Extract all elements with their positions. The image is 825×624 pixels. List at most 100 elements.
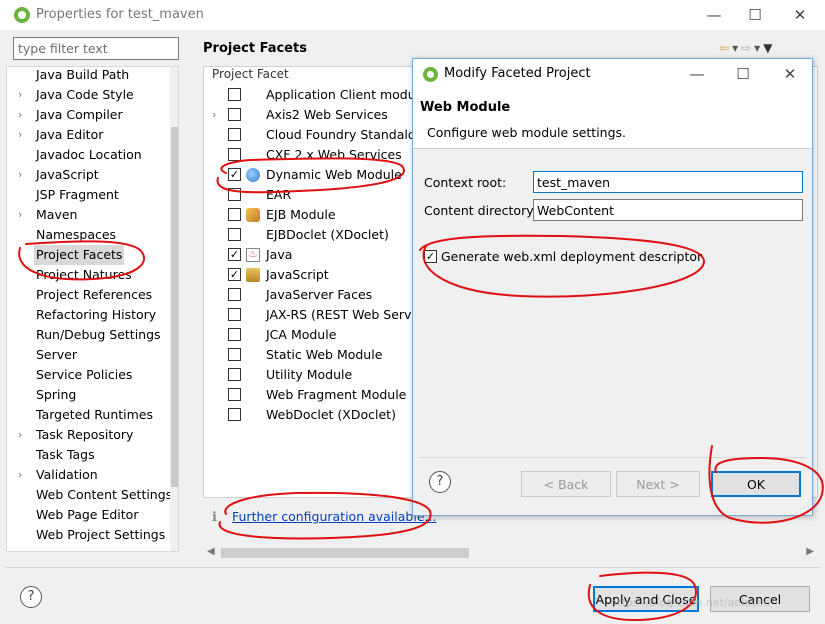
facet-checkbox[interactable] [228,348,241,361]
maximize-button[interactable]: ☐ [733,2,777,28]
context-root-input[interactable] [533,171,803,193]
facet-checkbox[interactable]: ✓ [228,268,241,281]
dialog-banner: Web Module Configure web module settings… [413,89,812,149]
facet-label: EJBDoclet (XDoclet) [266,227,389,242]
nav-item-label: Java Compiler [36,107,123,122]
back-arrow-icon[interactable]: ⇦ [719,41,732,55]
facet-checkbox[interactable] [228,88,241,101]
facet-icon [246,128,260,142]
nav-item-label: Refactoring History [36,307,157,322]
nav-item-label: Server [36,347,77,362]
facet-checkbox[interactable] [228,408,241,421]
view-menu-icon[interactable]: ▼ [763,41,775,55]
facet-label: EAR [266,187,292,202]
minimize-button[interactable]: — [692,2,736,28]
history-nav-icons[interactable]: ⇦▾⇨▾▼ [719,41,775,55]
facet-checkbox[interactable] [228,128,241,141]
facet-checkbox[interactable] [228,388,241,401]
further-config-link[interactable]: Further configuration available... [232,509,436,524]
dropdown-icon[interactable]: ▾ [732,41,741,55]
facet-checkbox[interactable] [228,328,241,341]
filter-input[interactable] [13,37,179,60]
close-button[interactable]: ✕ [778,2,822,28]
chevron-right-icon[interactable]: › [212,105,222,125]
facet-checkbox[interactable] [228,308,241,321]
facet-checkbox[interactable] [228,228,241,241]
facet-icon [246,228,260,242]
help-button[interactable]: ? [20,586,42,608]
facet-checkbox[interactable]: ✓ [228,168,241,181]
modify-faceted-project-dialog: Modify Faceted Project — ☐ ✕ Web Module … [412,58,813,516]
facet-label: JAX-RS (REST Web Servic [266,307,422,322]
nav-scrollbar-thumb[interactable] [171,127,178,487]
facet-label: Application Client module [266,87,427,102]
nav-item-label: Web Content Settings [36,487,173,502]
scroll-right-icon[interactable]: ▶ [806,546,814,557]
facet-label: Utility Module [266,367,353,382]
nav-item-label: JavaScript [36,167,99,182]
facet-checkbox[interactable]: ✓ [228,248,241,261]
facet-icon [246,388,260,402]
content-directory-input[interactable] [533,199,803,221]
facet-label: Cloud Foundry Standalon [266,127,424,142]
globe-icon [246,168,260,182]
facet-checkbox[interactable] [228,148,241,161]
back-button[interactable]: < Back [521,471,611,497]
horizontal-scrollbar[interactable]: ◀ ▶ [203,545,818,561]
facet-label: Web Fragment Module [266,387,407,402]
nav-item-label: Task Tags [36,447,95,462]
scroll-left-icon[interactable]: ◀ [207,546,215,557]
java-icon: ♨ [246,248,260,262]
spring-logo-icon [423,67,438,82]
nav-item-label: Web Page Editor [36,507,139,522]
dialog-description: Configure web module settings. [427,125,627,140]
nav-item-label: Java Editor [36,127,104,142]
facet-checkbox[interactable] [228,108,241,121]
facet-icon [246,88,260,102]
facet-icon [246,348,260,362]
nav-scrollbar[interactable] [170,67,178,551]
facet-checkbox[interactable] [228,288,241,301]
nav-item-label: Javadoc Location [36,147,142,162]
horizontal-scrollbar-thumb[interactable] [221,548,469,558]
facet-label: EJB Module [266,207,336,222]
chevron-right-icon[interactable]: › [18,105,22,125]
chevron-right-icon[interactable]: › [18,205,22,225]
facet-checkbox[interactable] [228,188,241,201]
context-root-label: Context root: [424,175,507,190]
facets-column-header: Project Facet [212,67,289,81]
dropdown-icon[interactable]: ▾ [754,41,763,55]
forward-arrow-icon[interactable]: ⇨ [741,41,754,55]
facet-icon [246,408,260,422]
ok-button[interactable]: OK [711,471,801,497]
nav-item-label: Validation [36,467,98,482]
facet-checkbox[interactable] [228,368,241,381]
facet-icon [246,328,260,342]
chevron-right-icon[interactable]: › [18,125,22,145]
dialog-minimize-button[interactable]: — [675,61,719,87]
checkbox-box[interactable]: ✓ [424,250,437,263]
facet-icon [246,188,260,202]
chevron-right-icon[interactable]: › [18,465,22,485]
dialog-heading: Web Module [420,100,511,115]
facet-icon [246,368,260,382]
chevron-right-icon[interactable]: › [18,85,22,105]
facet-icon [246,148,260,162]
dialog-maximize-button[interactable]: ☐ [721,61,765,87]
properties-nav-tree: Java Build Path › Java Code Style › Java Com… [6,66,179,552]
dialog-title-bar: Modify Faceted Project — ☐ ✕ [413,59,812,89]
chevron-right-icon[interactable]: › [18,425,22,445]
dialog-help-button[interactable]: ? [429,471,451,493]
dialog-title: Modify Faceted Project [444,66,591,81]
window-title-bar: Properties for test_maven — ☐ ✕ [0,0,825,30]
info-icon: ℹ [212,510,217,525]
chevron-right-icon[interactable]: › [18,165,22,185]
nav-item-label: Project Natures [36,267,132,282]
facet-icon [246,308,260,322]
dialog-close-button[interactable]: ✕ [768,61,812,87]
facet-label: WebDoclet (XDoclet) [266,407,396,422]
facet-icon [246,108,260,122]
dialog-divider [419,457,807,458]
next-button[interactable]: Next > [616,471,700,497]
facet-checkbox[interactable] [228,208,241,221]
